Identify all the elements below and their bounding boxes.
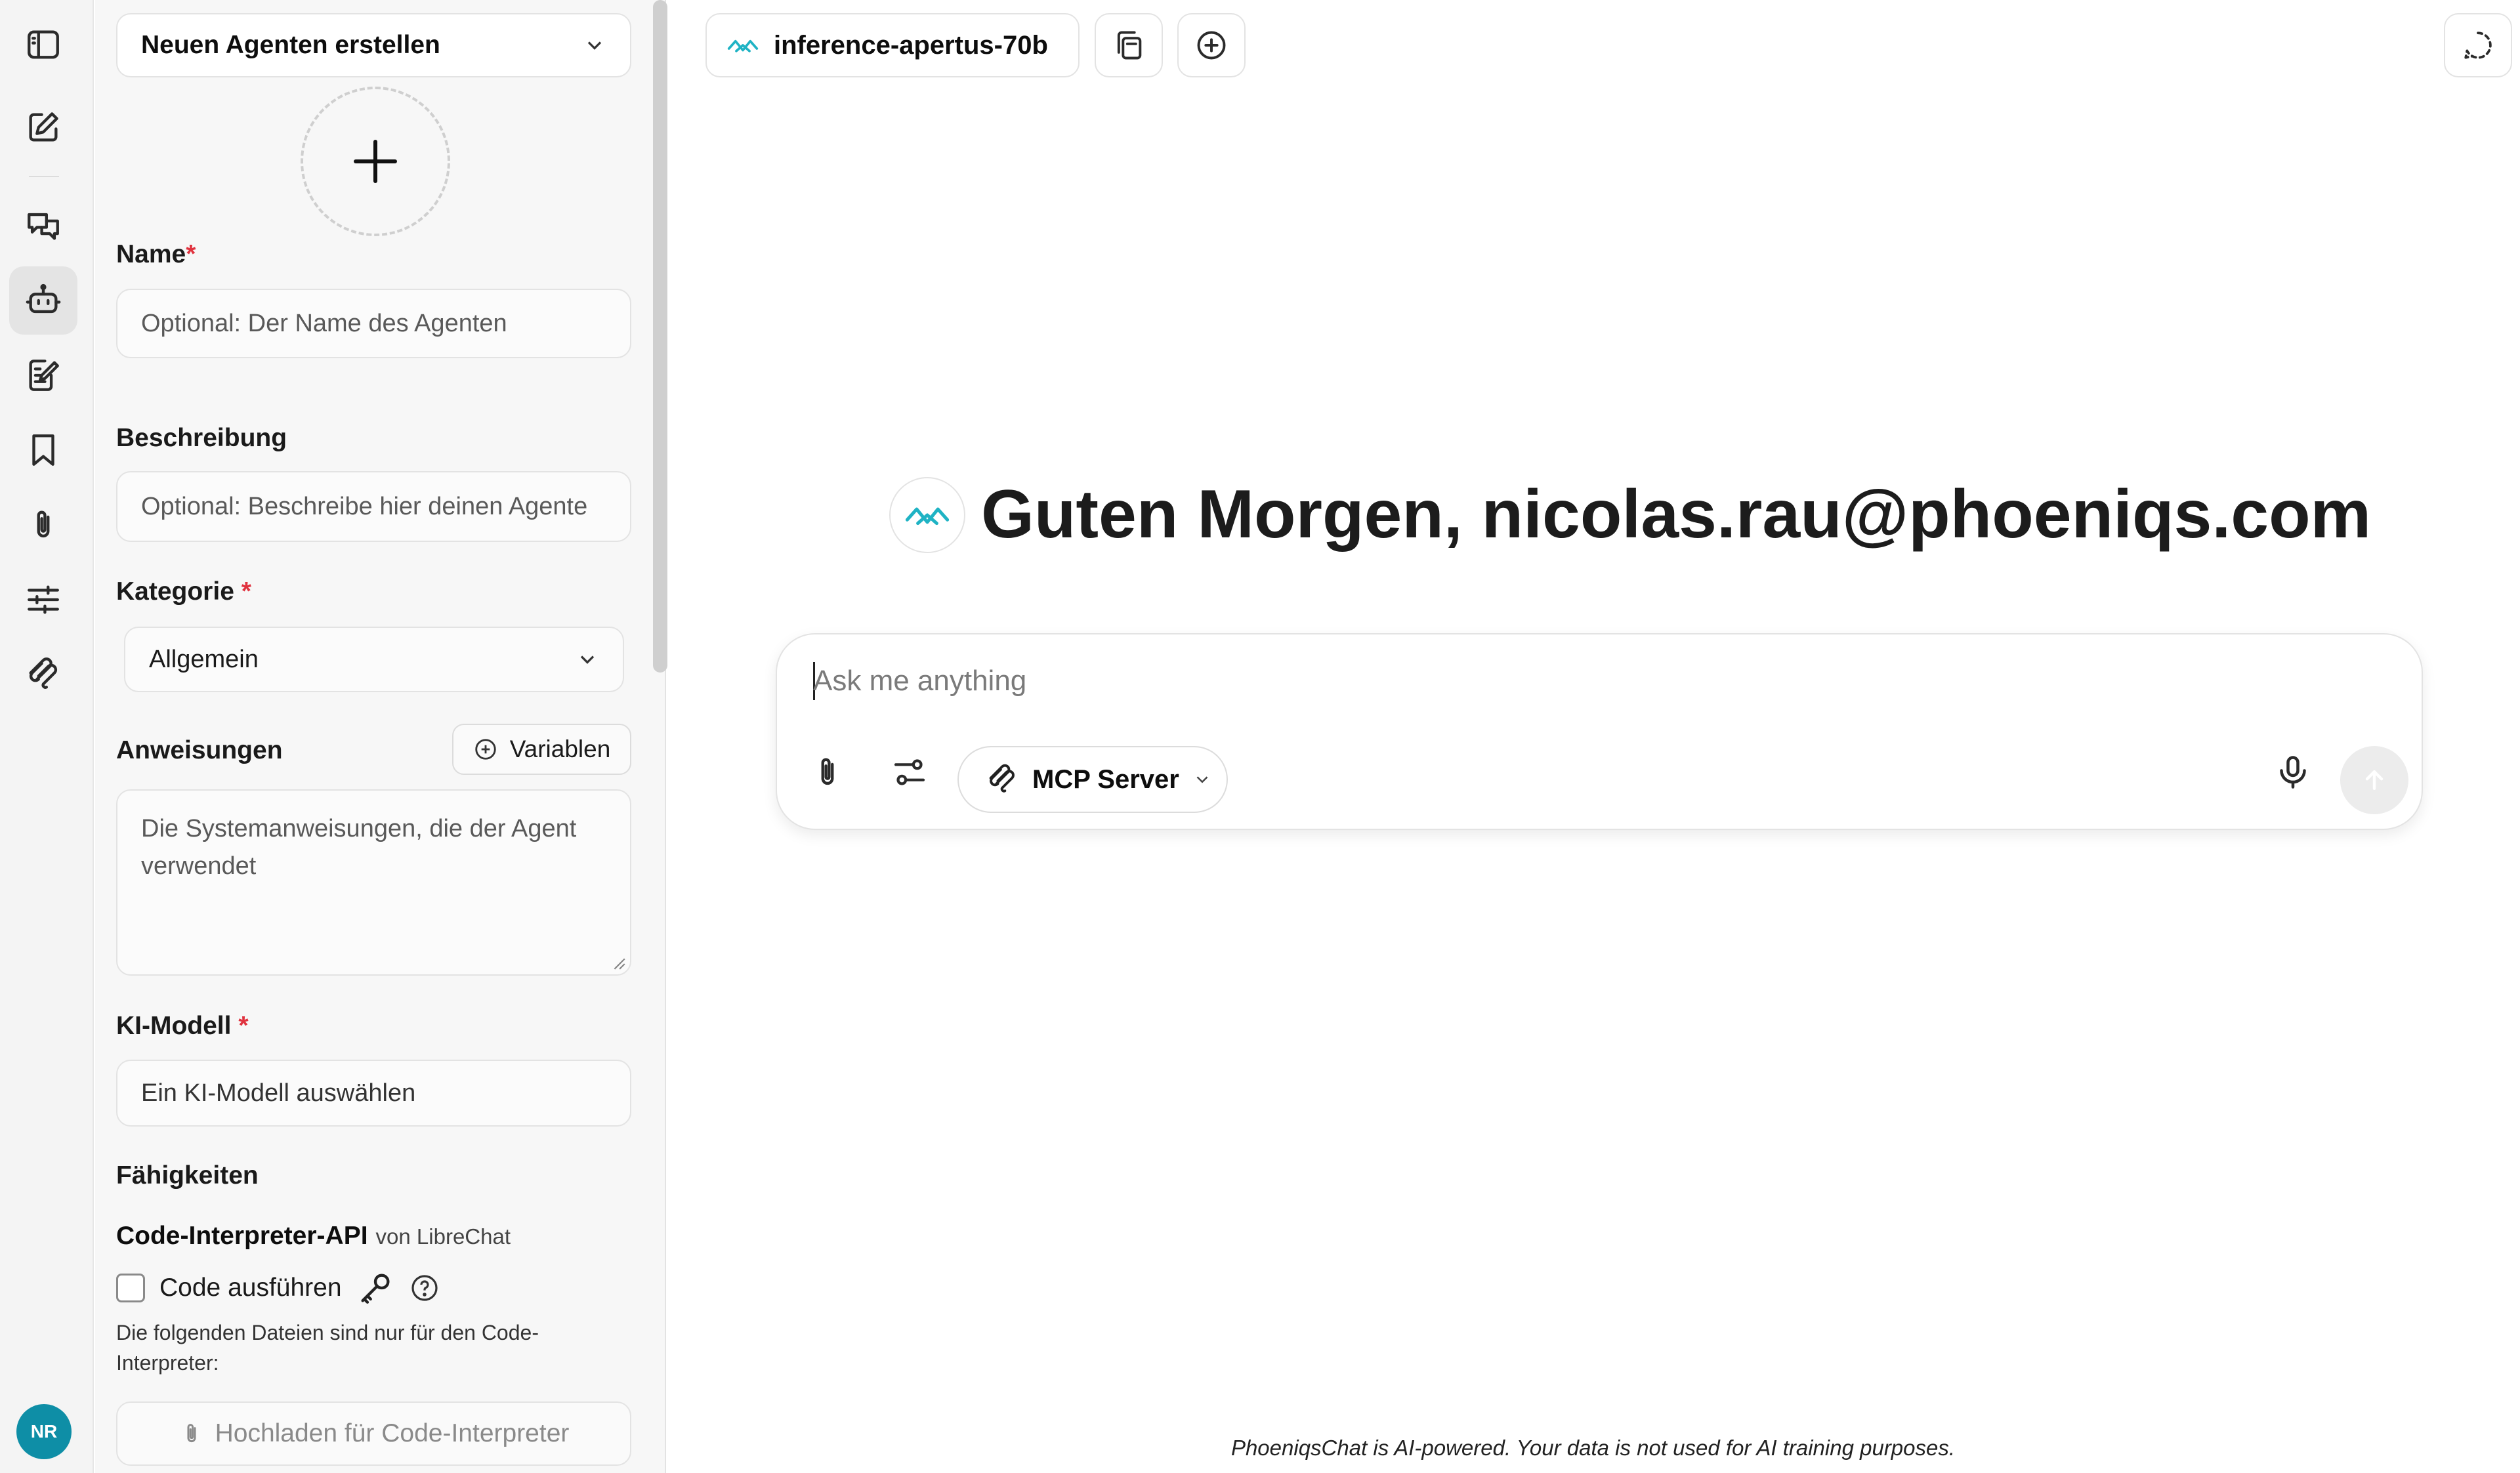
prompts-icon — [29, 360, 59, 391]
avatar[interactable]: NR — [16, 1404, 72, 1459]
temporary-chat-icon — [2464, 31, 2492, 59]
avatar-upload[interactable] — [301, 87, 450, 236]
attachments-button[interactable] — [9, 491, 77, 559]
parameters-button[interactable] — [9, 566, 77, 634]
name-label: Name* — [116, 240, 196, 268]
agent-select-label: Neuen Agenten erstellen — [141, 31, 440, 59]
capabilities-label: Fähigkeiten — [116, 1161, 259, 1190]
bookmarks-button[interactable] — [9, 416, 77, 484]
mcp-icon — [29, 657, 58, 689]
settings-sliders-icon — [894, 759, 925, 785]
greeting-heading: Guten Morgen, nicolas.rau@phoeniqs.com — [981, 476, 2372, 552]
message-input[interactable]: Ask me anything — [813, 661, 1026, 701]
copy-conversation-button[interactable] — [1095, 13, 1163, 77]
panel-scrollbar[interactable] — [653, 0, 667, 673]
code-interpreter-by: von LibreChat — [375, 1224, 511, 1249]
plus-circle-icon — [475, 739, 496, 760]
voice-input-button[interactable] — [2270, 749, 2316, 795]
code-interpreter-heading: Code-Interpreter-API von LibreChat — [116, 1222, 511, 1251]
paperclip-icon — [821, 758, 834, 785]
new-chat-icon — [29, 112, 58, 142]
prompts-button[interactable] — [9, 341, 77, 409]
mcp-label: MCP Server — [1032, 764, 1179, 794]
run-code-checkbox[interactable] — [116, 1274, 145, 1302]
run-code-row: Code ausführen — [116, 1269, 440, 1307]
agent-icon — [26, 283, 61, 314]
arrow-up-icon — [2365, 770, 2384, 791]
chevron-down-icon — [580, 655, 595, 664]
assistant-avatar — [889, 477, 965, 553]
model-select[interactable]: Ein KI-Modell auswählen — [116, 1060, 631, 1127]
category-select[interactable]: Allgemein — [124, 627, 624, 692]
mcp-button[interactable] — [9, 640, 77, 709]
run-code-label: Code ausführen — [159, 1274, 342, 1302]
variables-button[interactable]: Variablen — [452, 724, 631, 775]
footer-disclaimer: PhoeniqsChat is AI-powered. Your data is… — [1230, 1436, 1956, 1460]
tools-settings-button[interactable] — [887, 749, 933, 795]
instructions-placeholder: Die Systemanweisungen, die der Agent ver… — [141, 815, 577, 880]
model-selector-button[interactable]: inference-apertus-70b — [705, 13, 1080, 77]
bookmark-icon — [32, 434, 54, 466]
chevron-down-icon — [587, 41, 602, 50]
mcp-server-dropdown[interactable]: MCP Server — [957, 746, 1228, 813]
model-logo-icon — [727, 39, 759, 52]
instructions-label: Anweisungen — [116, 736, 283, 764]
temporary-chat-button[interactable] — [2444, 13, 2512, 77]
send-button[interactable] — [2340, 746, 2408, 814]
add-chat-button[interactable] — [1177, 13, 1246, 77]
description-input[interactable]: Optional: Beschreibe hier deinen Agente — [116, 471, 631, 542]
microphone-icon — [2280, 756, 2306, 789]
new-chat-button[interactable] — [9, 93, 77, 161]
conversations-button[interactable] — [9, 192, 77, 260]
category-value: Allgemein — [149, 645, 259, 673]
mcp-icon — [989, 764, 1015, 793]
name-input[interactable]: Optional: Der Name des Agenten — [116, 289, 631, 358]
help-icon[interactable] — [409, 1272, 440, 1304]
parameters-icon — [28, 585, 59, 614]
sidebar-toggle-icon — [28, 30, 59, 59]
copy-conversation-icon — [1117, 31, 1142, 60]
agent-select-dropdown[interactable]: Neuen Agenten erstellen — [116, 13, 631, 77]
code-interpreter-title: Code-Interpreter-API — [116, 1222, 368, 1250]
add-chat-icon — [1197, 31, 1226, 60]
rail-divider — [29, 176, 59, 177]
agent-builder-button[interactable] — [9, 266, 77, 335]
agent-builder-panel: Neuen Agenten erstellen Name* Optional: … — [95, 0, 666, 1473]
key-icon[interactable] — [356, 1269, 394, 1307]
variables-label: Variablen — [509, 736, 611, 762]
conversations-icon — [28, 213, 59, 240]
attachments-icon — [37, 510, 50, 538]
chat-composer: Ask me anything MCP Server — [776, 633, 2423, 830]
attach-file-button[interactable] — [805, 749, 850, 795]
category-label: Kategorie * — [116, 577, 251, 606]
icon-sidebar: NR — [0, 0, 94, 1473]
upload-button-label: Hochladen für Code-Interpreter — [215, 1419, 570, 1447]
model-logo-icon — [905, 507, 950, 526]
instructions-textarea[interactable]: Die Systemanweisungen, die der Agent ver… — [116, 789, 631, 976]
model-label: KI-Modell * — [116, 1012, 249, 1040]
description-label: Beschreibung — [116, 424, 287, 452]
sidebar-toggle-button[interactable] — [9, 10, 77, 79]
plus-icon — [354, 140, 397, 183]
model-name: inference-apertus-70b — [774, 30, 1048, 60]
code-interpreter-files-note: Die folgenden Dateien sind nur für den C… — [116, 1321, 539, 1375]
chevron-down-icon — [1196, 776, 1208, 783]
resize-handle-icon[interactable] — [612, 956, 626, 970]
upload-code-interpreter-button[interactable]: Hochladen für Code-Interpreter — [116, 1401, 631, 1466]
paperclip-icon — [187, 1424, 196, 1443]
